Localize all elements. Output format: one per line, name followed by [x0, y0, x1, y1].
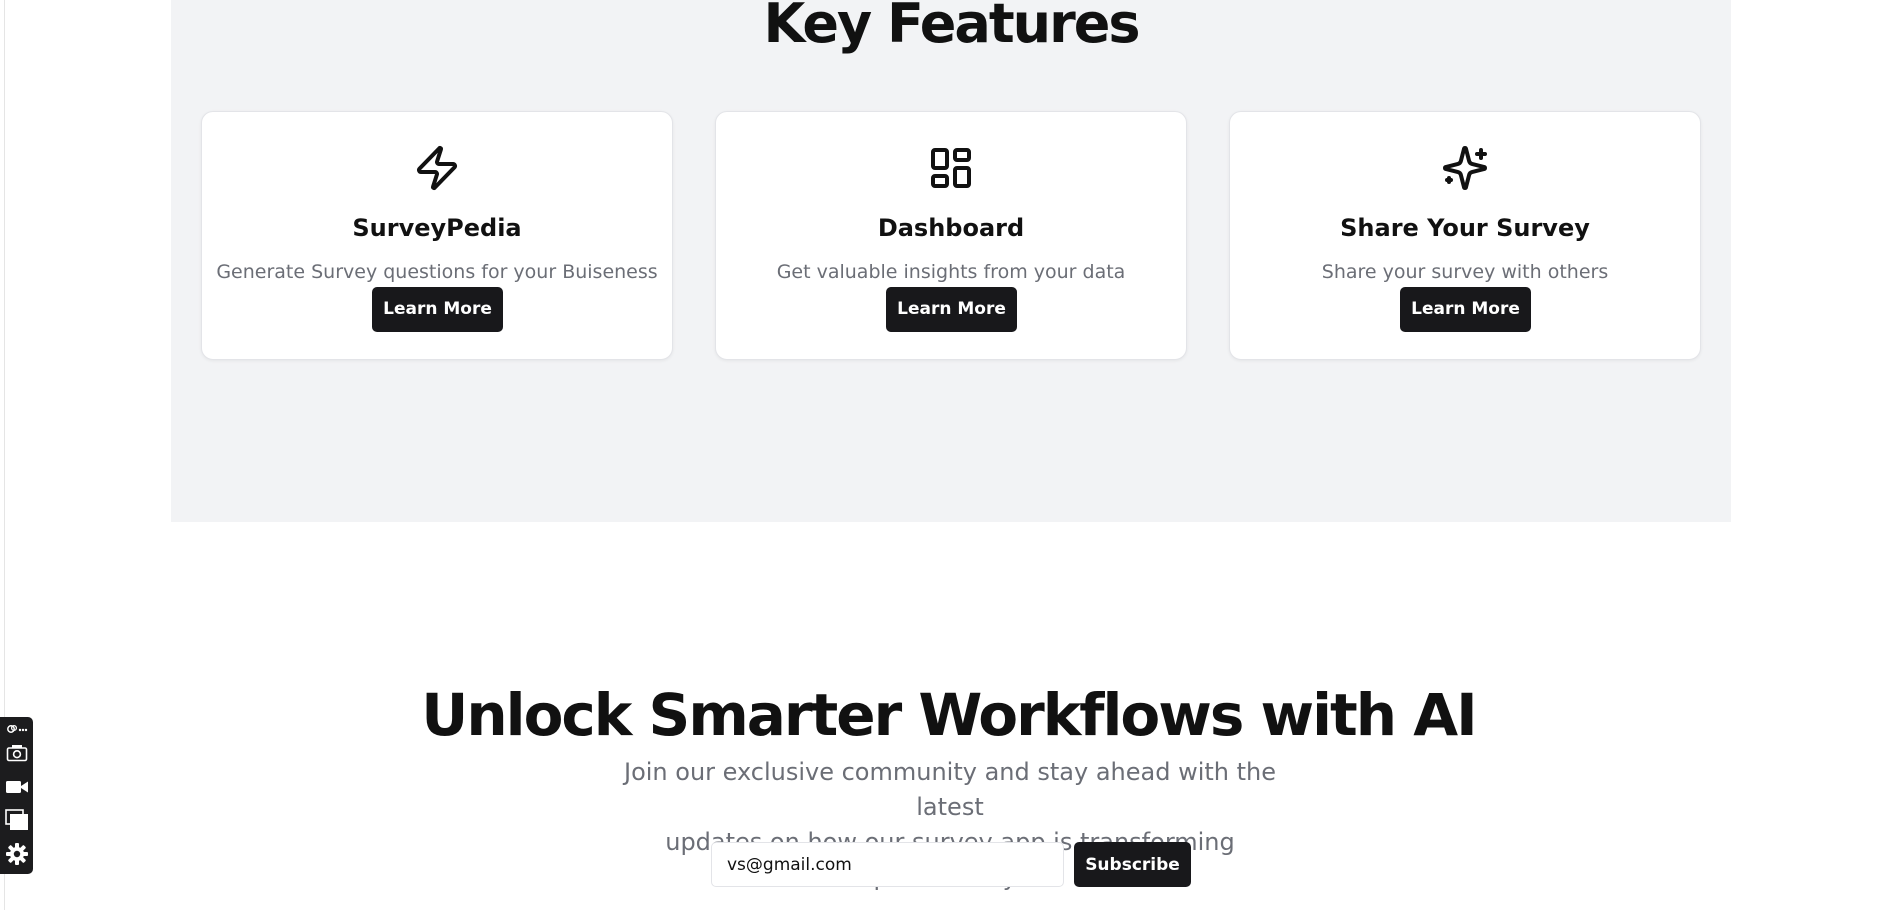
features-title: Key Features [763, 0, 1141, 55]
feature-card-description: Share your survey with others [1321, 261, 1609, 283]
feature-card-title: SurveyPedia [352, 214, 522, 242]
window-icon[interactable] [3, 806, 30, 833]
learn-more-button[interactable]: Learn More [1400, 287, 1531, 332]
floating-toolbar [0, 717, 33, 874]
feature-card-surveypedia: SurveyPedia Generate Survey questions fo… [201, 111, 673, 360]
feature-card-title: Dashboard [877, 214, 1025, 242]
feature-card-description: Generate Survey questions for your Buise… [216, 261, 658, 283]
link-more-icon[interactable] [3, 719, 30, 739]
feature-card-share-survey: Share Your Survey Share your survey with… [1229, 111, 1701, 360]
cta-title: Unlock Smarter Workflows with AI [421, 681, 1477, 749]
feature-card-description: Get valuable insights from your data [776, 261, 1126, 283]
learn-more-button[interactable]: Learn More [372, 287, 503, 332]
dashboard-icon [927, 144, 975, 192]
feature-card-dashboard: Dashboard Get valuable insights from you… [715, 111, 1187, 360]
email-field[interactable] [711, 842, 1064, 887]
key-features-section: Key Features SurveyPedia Generate Survey… [171, 0, 1731, 522]
cta-description-line-1: Join our exclusive community and stay ah… [623, 758, 1277, 821]
camera-icon[interactable] [3, 739, 30, 766]
sparkles-icon [1441, 144, 1489, 192]
feature-card-title: Share Your Survey [1340, 214, 1590, 242]
gear-icon[interactable] [3, 840, 30, 867]
learn-more-button[interactable]: Learn More [886, 287, 1017, 332]
video-icon[interactable] [3, 773, 30, 800]
subscribe-button[interactable]: Subscribe [1074, 842, 1191, 887]
lightning-icon [413, 144, 461, 192]
